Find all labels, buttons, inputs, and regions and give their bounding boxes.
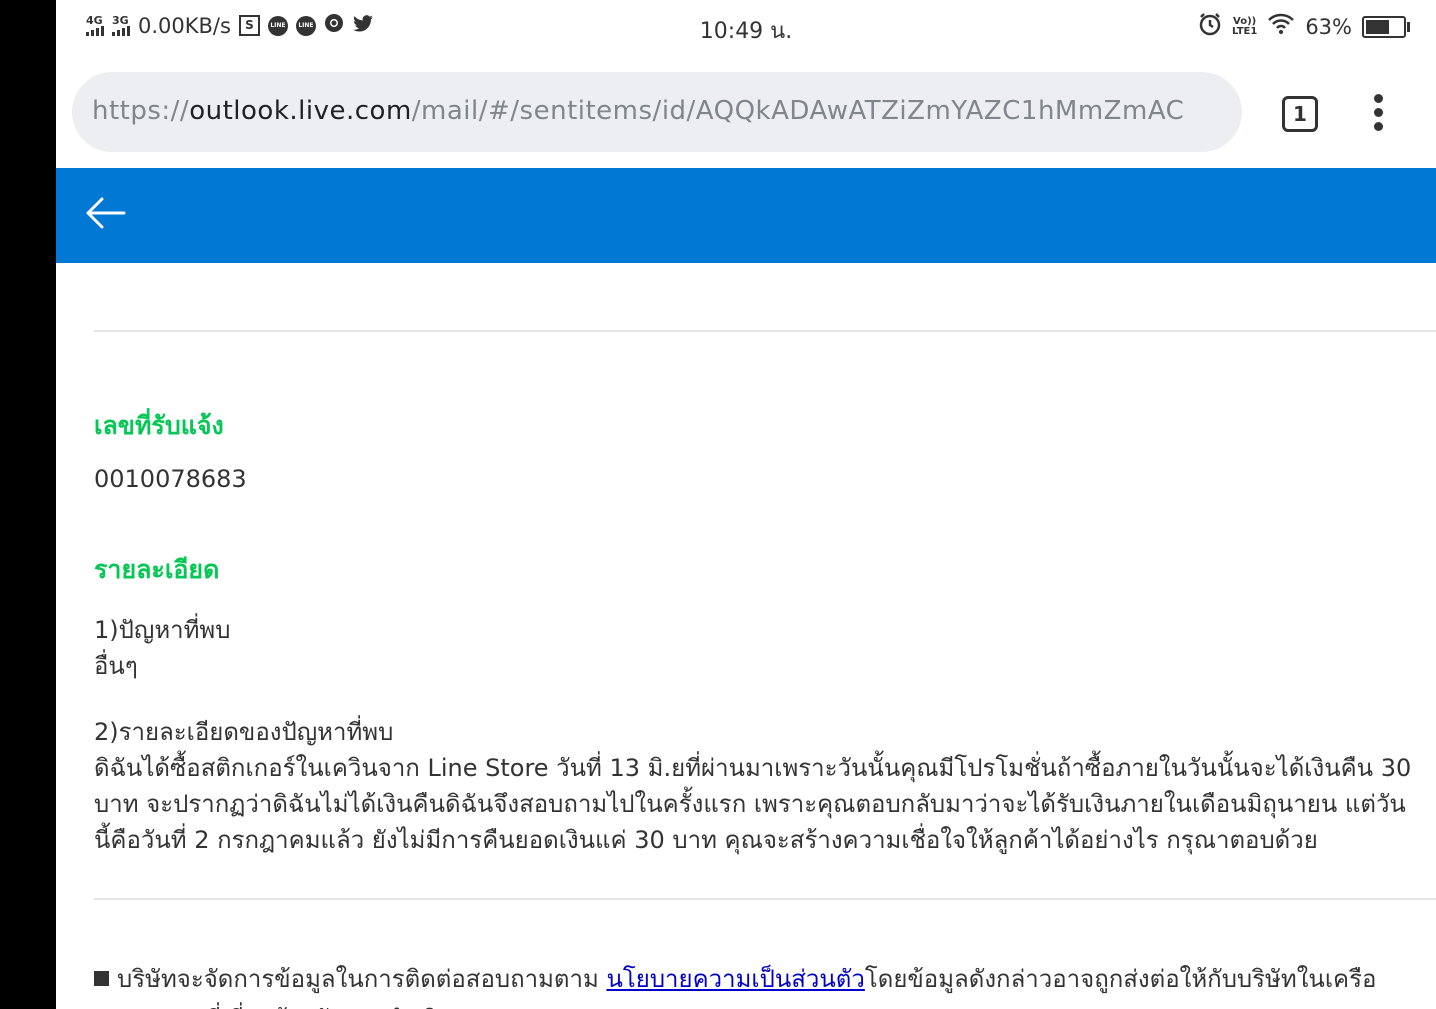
url-path: /mail/#/sentitems/id/AQQkADAwATZiZmYAZC1… <box>411 96 1185 126</box>
back-button[interactable] <box>80 190 130 240</box>
tab-switcher-button[interactable]: 1 <box>1282 96 1318 132</box>
address-bar[interactable]: https://outlook.live.com/mail/#/sentitem… <box>72 72 1242 152</box>
battery-percent: 63% <box>1305 14 1352 39</box>
details-label: รายละเอียด <box>94 555 220 584</box>
browser-menu-button[interactable] <box>1366 94 1390 132</box>
browser-toolbar: https://outlook.live.com/mail/#/sentitem… <box>56 56 1436 168</box>
details-line-2: บาท จะปรากฏว่าดิฉันไม่ได้เงินคืนดิฉันจึง… <box>94 790 1406 818</box>
url-text[interactable]: https://outlook.live.com/mail/#/sentitem… <box>92 96 1222 126</box>
problem-value: อื่นๆ <box>94 652 138 680</box>
details-line-1: ดิฉันได้ซื้อสติกเกอร์ในเควินจาก Line Sto… <box>94 754 1412 782</box>
bullet-square-icon <box>94 971 109 986</box>
url-host: outlook.live.com <box>189 96 412 126</box>
back-arrow-icon <box>86 197 126 229</box>
alarm-icon <box>1198 12 1222 41</box>
privacy-note: บริษัทจะจัดการข้อมูลในการติดต่อสอบถามตาม… <box>94 959 1376 998</box>
problem-heading: 1)ปัญหาที่พบ <box>94 616 231 644</box>
battery-icon <box>1362 15 1410 38</box>
status-right: Vo)) LTE1 63% <box>1198 12 1410 41</box>
volte-icon: Vo)) LTE1 <box>1231 15 1258 37</box>
ticket-label: เลขที่รับแจ้ง <box>94 411 224 440</box>
wifi-icon <box>1267 13 1295 40</box>
divider <box>94 330 1436 332</box>
details-line-3: นี้คือวันที่ 2 กรกฎาคมแล้ว ยังไม่มีการคื… <box>94 826 1318 854</box>
url-scheme: https:// <box>92 96 190 126</box>
ticket-number: 0010078683 <box>94 465 247 493</box>
email-body: เลขที่รับแจ้ง 0010078683 รายละเอียด 1)ปั… <box>94 263 1436 1009</box>
mail-header <box>56 168 1436 263</box>
status-bar: 4G 3G 0.00KB/s S LINE LINE 10:49 น. Vo))… <box>56 0 1436 56</box>
phone-screen: 4G 3G 0.00KB/s S LINE LINE 10:49 น. Vo))… <box>56 0 1436 1009</box>
details-heading: 2)รายละเอียดของปัญหาที่พบ <box>94 718 394 746</box>
divider-2 <box>94 898 1436 900</box>
privacy-note-continued: ของ LINE ที่เกี่ยวข้องกับการดำเนินการ <box>94 999 496 1009</box>
privacy-note-suffix: โดยข้อมูลดังกล่าวอาจถูกส่งต่อให้กับบริษั… <box>864 965 1377 993</box>
privacy-note-prefix: บริษัทจะจัดการข้อมูลในการติดต่อสอบถามตาม <box>117 965 607 993</box>
privacy-policy-link[interactable]: นโยบายความเป็นส่วนตัว <box>606 965 864 993</box>
